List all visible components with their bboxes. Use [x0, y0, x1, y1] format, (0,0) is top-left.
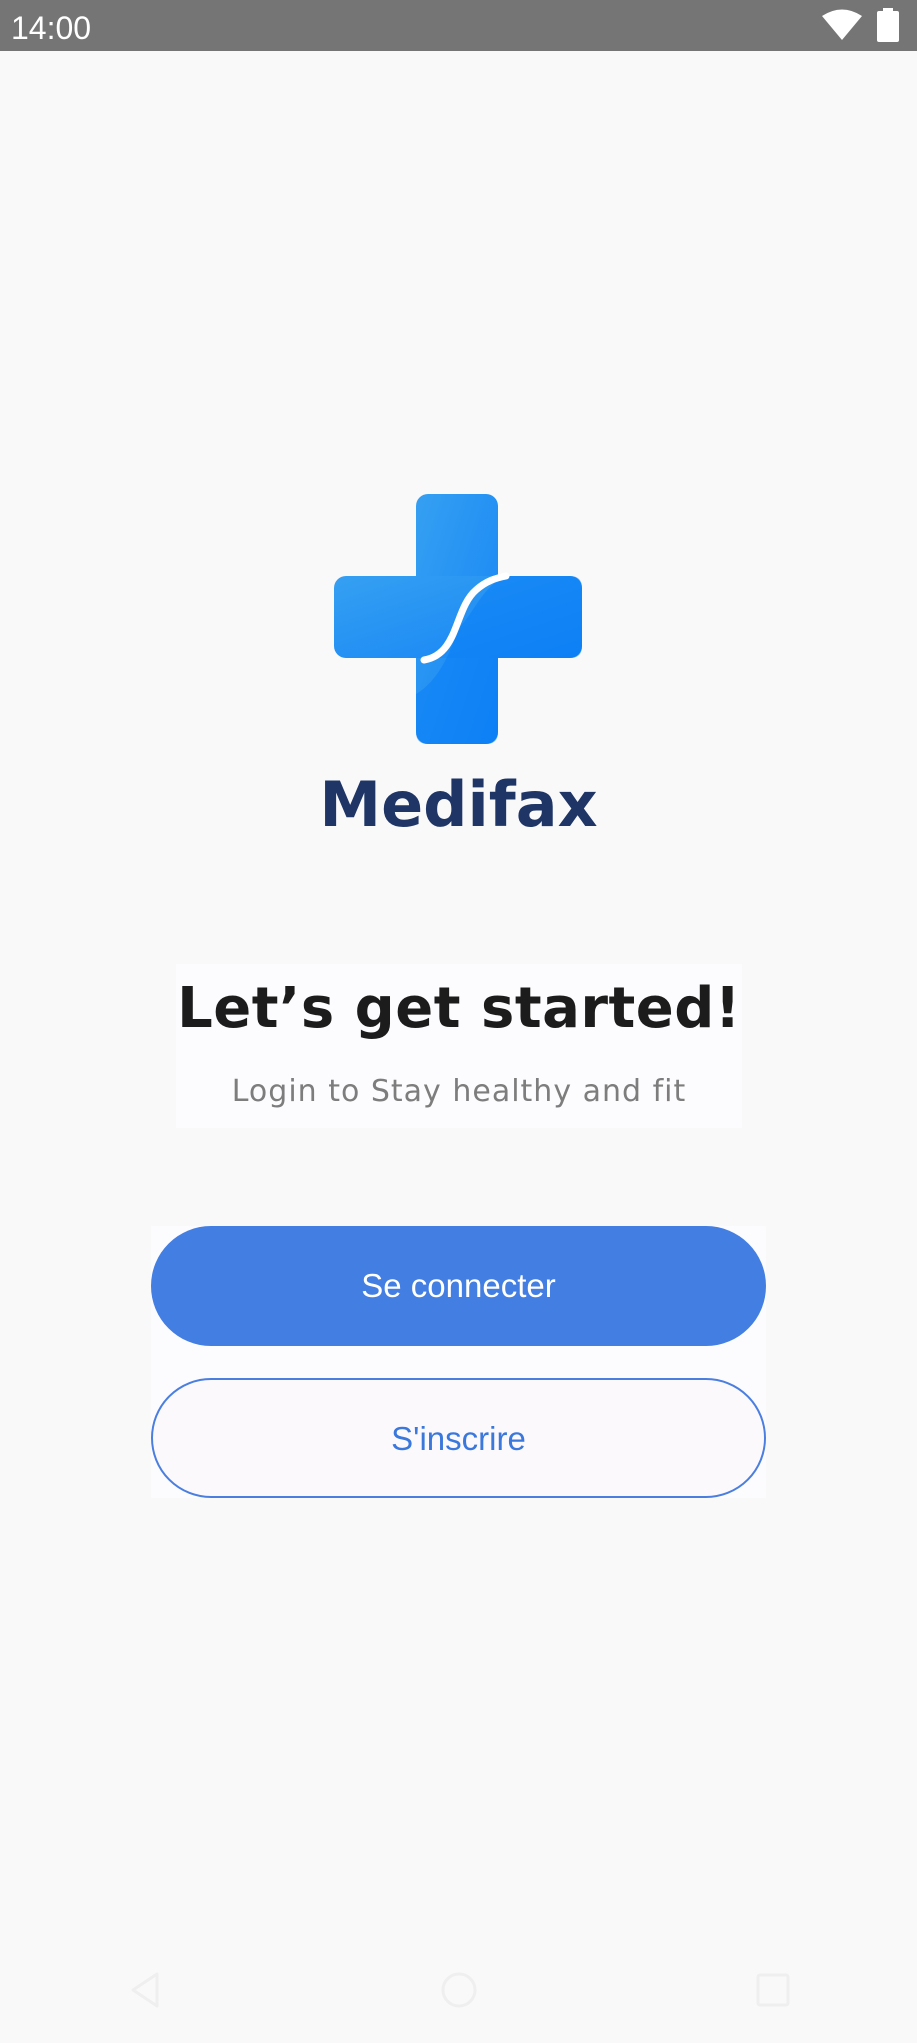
auth-buttons: Se connecter S'inscrire	[151, 1226, 766, 1498]
intro-card: Let’s get started! Login to Stay healthy…	[176, 964, 742, 1128]
signup-button[interactable]: S'inscrire	[151, 1378, 766, 1498]
battery-icon	[877, 8, 899, 47]
headline: Let’s get started!	[177, 976, 741, 1041]
back-icon[interactable]	[113, 1958, 177, 2022]
subtitle: Login to Stay healthy and fit	[231, 1074, 687, 1109]
wifi-icon	[821, 9, 863, 46]
home-icon[interactable]	[427, 1958, 491, 2022]
status-time: 14:00	[11, 10, 92, 46]
app-name: Medifax	[319, 768, 598, 841]
recents-icon[interactable]	[741, 1958, 805, 2022]
medical-cross-icon	[334, 494, 582, 744]
status-bar: 14:00	[0, 0, 917, 51]
navigation-bar	[0, 1938, 917, 2043]
status-icons	[821, 8, 899, 47]
login-button[interactable]: Se connecter	[151, 1226, 766, 1346]
